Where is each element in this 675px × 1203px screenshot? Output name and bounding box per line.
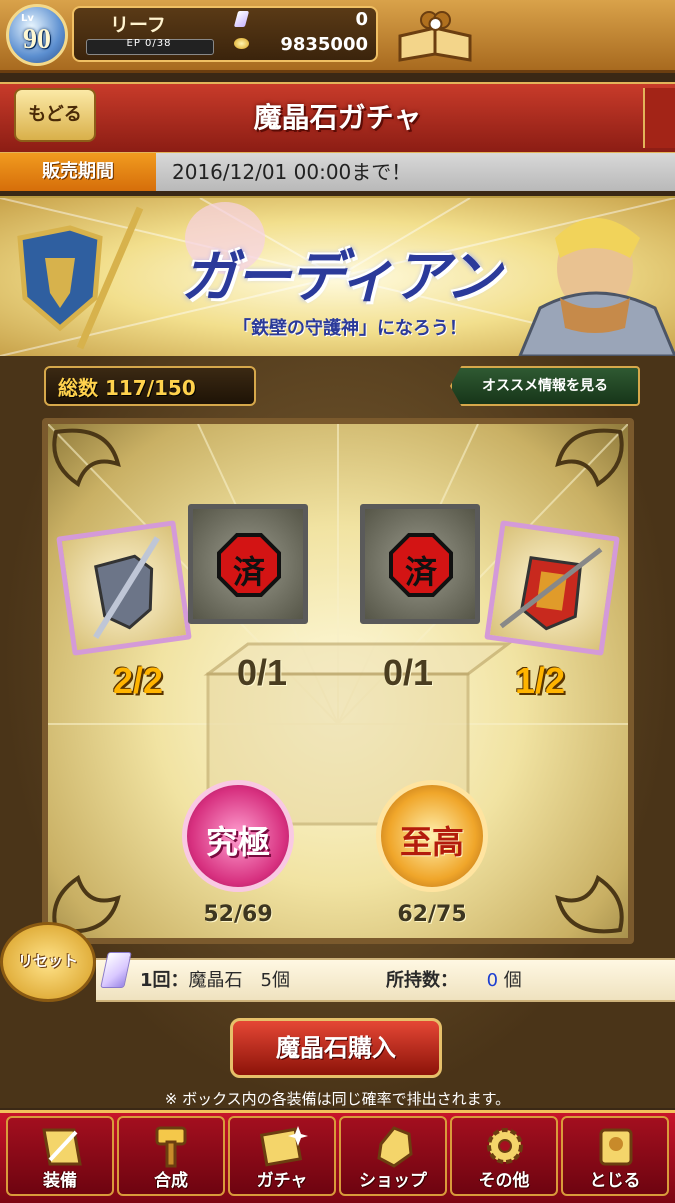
owned-value: 0 [486, 970, 499, 991]
draw-cost-value: 魔晶石 5個 [188, 970, 290, 991]
claimed-stamp: 済 [217, 533, 281, 597]
nav-label: その他 [478, 1171, 530, 1191]
gacha-icon [259, 1126, 308, 1167]
level-prefix: Lv [21, 13, 34, 24]
ultimate-rarity-medal: 究極 [182, 780, 294, 892]
item-count: 0/1 [236, 652, 288, 693]
level-value: 90 [23, 24, 51, 55]
box-contents-frame: 済 済 2/2 0/1 0/1 1/2 究極 至高 52/69 62/75 [42, 418, 634, 944]
crystal-shop-icon [377, 1126, 413, 1168]
item-count: 2/2 [112, 660, 164, 701]
player-name: リーフ [110, 14, 166, 36]
ultimate-ratio: 52/69 [203, 902, 273, 927]
sale-period-label: 販売期間 [0, 153, 156, 191]
recommend-info-button[interactable]: オススメ情報を見る [450, 366, 640, 406]
friends-book-icon[interactable] [396, 6, 474, 64]
nav-gacha[interactable]: ガチャ [228, 1116, 336, 1196]
gold-coin-icon [234, 38, 249, 49]
box-item-red-shield-spear[interactable] [484, 520, 620, 656]
item-count: 0/1 [382, 652, 434, 693]
nav-label: 合成 [154, 1171, 188, 1191]
crystal-count: 0 [355, 9, 368, 30]
item-count: 1/2 [514, 660, 566, 701]
buy-crystal-button[interactable]: 魔晶石購入 [230, 1018, 442, 1078]
nav-label: とじる [589, 1171, 641, 1191]
total-count: 総数 117/150 [58, 376, 196, 400]
drop-rate-note: ※ ボックス内の各装備は同じ確率で排出されます。 [164, 1090, 511, 1108]
ep-text: EP 0/38 [126, 38, 172, 49]
nav-other[interactable]: その他 [450, 1116, 558, 1196]
page-title: 魔晶石ガチャ [253, 101, 422, 134]
per-draw-label: 1回： [140, 970, 189, 991]
equipment-icon [42, 1128, 82, 1166]
owned-unit: 個 [503, 970, 522, 991]
owned-label: 所持数： [386, 970, 458, 991]
sale-period-text: 2016/12/01 00:00まで！ [156, 153, 675, 191]
reset-label[interactable]: リセット [4, 950, 92, 971]
gold-count: 9835000 [280, 34, 368, 55]
level-badge: Lv 90 [6, 4, 68, 66]
supreme-rarity-medal: 至高 [376, 780, 488, 892]
nav-shop[interactable]: ショップ [339, 1116, 447, 1196]
banner-subtitle: 「鉄壁の守護神」になろう！ [233, 318, 467, 339]
nav-label: ガチャ [256, 1171, 308, 1191]
gacha-banner: ガーディアン 「鉄壁の守護神」になろう！ [0, 196, 675, 358]
box-item-shield-spear[interactable] [56, 520, 192, 656]
supreme-ratio: 62/75 [397, 902, 467, 927]
box-item-spear-claimed-2[interactable]: 済 [360, 504, 480, 624]
nav-equipment[interactable]: 装備 [6, 1116, 114, 1196]
owned-crystals: 所持数： 0 個 [386, 966, 522, 992]
nav-label: ショップ [359, 1171, 427, 1191]
gear-icon [487, 1128, 523, 1164]
nav-label: 装備 [43, 1171, 77, 1191]
box-item-spear-claimed[interactable]: 済 [188, 504, 308, 624]
back-button[interactable]: もどる [14, 88, 96, 142]
draw-cost: 1回：魔晶石 5個 [140, 966, 290, 992]
close-icon [599, 1128, 633, 1166]
claimed-stamp: 済 [389, 533, 453, 597]
nav-close[interactable]: とじる [561, 1116, 669, 1196]
banner-title: ガーディアン [181, 244, 501, 310]
hammer-icon [155, 1126, 187, 1168]
nav-synthesis[interactable]: 合成 [117, 1116, 225, 1196]
